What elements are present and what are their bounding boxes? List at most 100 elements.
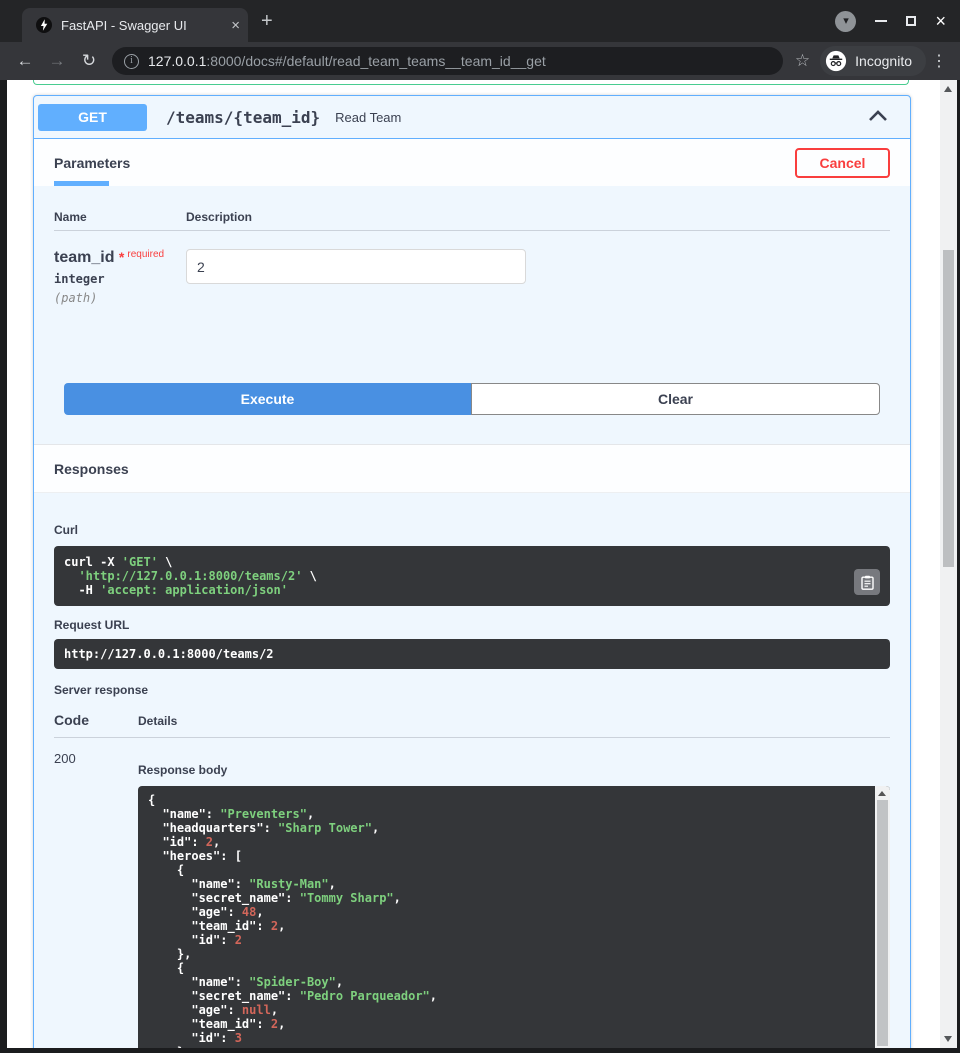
code-line: "age": 48, bbox=[148, 905, 865, 919]
page-scrollbar[interactable] bbox=[940, 80, 957, 1048]
incognito-label: Incognito bbox=[855, 53, 912, 69]
code-line: "headquarters": "Sharp Tower", bbox=[148, 821, 865, 835]
reload-button[interactable]: ↻ bbox=[74, 51, 104, 71]
responses-body: Curl curl -X 'GET' \ 'http://127.0.0.1:8… bbox=[34, 493, 910, 1048]
page-scroll-up-icon[interactable] bbox=[944, 86, 952, 92]
code-line: { bbox=[148, 793, 865, 807]
code-line: "id": 3 bbox=[148, 1031, 865, 1045]
parameter-value-cell bbox=[186, 249, 526, 305]
fastapi-favicon-icon bbox=[36, 17, 52, 33]
endpoint-summary: Read Team bbox=[335, 110, 401, 125]
code-line: "heroes": [ bbox=[148, 849, 865, 863]
column-description: Description bbox=[186, 210, 252, 224]
request-url-label: Request URL bbox=[54, 618, 890, 632]
code-line: "secret_name": "Pedro Parqueador", bbox=[148, 989, 865, 1003]
responses-section-header: Responses bbox=[34, 444, 910, 493]
column-name: Name bbox=[54, 210, 186, 224]
bookmark-star-icon[interactable]: ☆ bbox=[795, 51, 810, 71]
response-row: 200 Response body { "name": "Preventers"… bbox=[54, 751, 890, 1048]
response-body-label: Response body bbox=[138, 763, 227, 777]
incognito-badge: Incognito bbox=[820, 46, 926, 76]
browser-menu-icon[interactable]: ⋮ bbox=[928, 51, 950, 71]
code-line: 'http://127.0.0.1:8000/teams/2' \ bbox=[64, 569, 846, 583]
parameters-table-header: Name Description bbox=[54, 210, 890, 231]
method-badge: GET bbox=[38, 104, 147, 131]
curl-label: Curl bbox=[54, 523, 78, 537]
code-line: }, bbox=[148, 947, 865, 961]
curl-command-box: curl -X 'GET' \ 'http://127.0.0.1:8000/t… bbox=[54, 546, 890, 606]
code-line: "secret_name": "Tommy Sharp", bbox=[148, 891, 865, 905]
forward-button[interactable]: → bbox=[42, 51, 72, 71]
parameters-body: Name Description team_id *required integ… bbox=[34, 186, 910, 444]
code-line: "id": 2 bbox=[148, 933, 865, 947]
previous-opblock-bottom-edge bbox=[33, 80, 909, 85]
incognito-icon bbox=[825, 50, 847, 72]
code-line: "team_id": 2, bbox=[148, 919, 865, 933]
tab-title: FastAPI - Swagger UI bbox=[61, 18, 227, 33]
close-window-button[interactable]: × bbox=[935, 12, 946, 30]
execute-button[interactable]: Execute bbox=[64, 383, 471, 415]
new-tab-button[interactable]: + bbox=[261, 11, 273, 31]
browser-toolbar: ← → ↻ i 127.0.0.1:8000/docs#/default/rea… bbox=[0, 42, 960, 80]
page-info-icon[interactable]: i bbox=[124, 54, 139, 69]
swagger-page: GET /teams/{team_id} Read Team Parameter… bbox=[7, 80, 940, 1048]
opblock-header[interactable]: GET /teams/{team_id} Read Team bbox=[34, 96, 910, 139]
response-scrollbar-thumb[interactable] bbox=[877, 800, 888, 1046]
browser-window: FastAPI - Swagger UI × + ▾ × ← → ↻ i 127… bbox=[0, 0, 960, 1053]
minimize-button[interactable] bbox=[875, 20, 887, 22]
response-table-header: Code Details bbox=[54, 712, 890, 738]
column-details: Details bbox=[138, 714, 177, 728]
request-url-box: http://127.0.0.1:8000/teams/2 bbox=[54, 639, 890, 669]
responses-title: Responses bbox=[54, 461, 129, 477]
code-line: "name": "Rusty-Man", bbox=[148, 877, 865, 891]
url-host: 127.0.0.1 bbox=[148, 53, 206, 69]
back-button[interactable]: ← bbox=[10, 51, 40, 71]
parameter-row: team_id *required integer (path) bbox=[54, 249, 890, 305]
code-line: { bbox=[148, 961, 865, 975]
code-line: { bbox=[148, 863, 865, 877]
browser-tab[interactable]: FastAPI - Swagger UI × bbox=[22, 8, 248, 42]
endpoint-path: /teams/{team_id} bbox=[166, 108, 320, 127]
code-line: "name": "Preventers", bbox=[148, 807, 865, 821]
window-controls: ▾ × bbox=[835, 0, 960, 42]
response-details: Response body { "name": "Preventers", "h… bbox=[138, 751, 890, 1048]
url-path: :8000/docs#/default/read_team_teams__tea… bbox=[206, 53, 545, 69]
clear-button[interactable]: Clear bbox=[471, 383, 880, 415]
status-code: 200 bbox=[54, 751, 138, 1048]
required-label: required bbox=[127, 249, 164, 260]
curl-command: curl -X 'GET' \ 'http://127.0.0.1:8000/t… bbox=[64, 555, 846, 597]
url-text: 127.0.0.1:8000/docs#/default/read_team_t… bbox=[148, 53, 546, 69]
address-bar[interactable]: i 127.0.0.1:8000/docs#/default/read_team… bbox=[112, 47, 783, 75]
parameter-type: integer bbox=[54, 272, 186, 286]
tab-parameters[interactable]: Parameters bbox=[54, 155, 130, 171]
collapse-button[interactable] bbox=[864, 105, 892, 129]
parameters-tab-underline bbox=[54, 181, 109, 186]
page-scrollbar-thumb[interactable] bbox=[943, 250, 954, 567]
code-line: "name": "Spider-Boy", bbox=[148, 975, 865, 989]
cancel-button[interactable]: Cancel bbox=[795, 148, 890, 178]
parameters-section-header: Parameters Cancel bbox=[34, 139, 910, 186]
code-line: "age": null, bbox=[148, 1003, 865, 1017]
code-line: "id": 2, bbox=[148, 835, 865, 849]
chevron-up-icon bbox=[868, 109, 888, 122]
opblock-get-read-team: GET /teams/{team_id} Read Team Parameter… bbox=[33, 95, 911, 1048]
page-scroll-down-icon[interactable] bbox=[944, 1036, 952, 1042]
copy-to-clipboard-button[interactable] bbox=[854, 569, 880, 595]
maximize-button[interactable] bbox=[906, 16, 916, 26]
team-id-input[interactable] bbox=[186, 249, 526, 284]
response-body-scrollbar[interactable] bbox=[875, 786, 890, 1048]
response-body-json: { "name": "Preventers", "headquarters": … bbox=[148, 793, 865, 1048]
tab-close-icon[interactable]: × bbox=[231, 18, 240, 33]
parameter-location: (path) bbox=[54, 291, 186, 305]
code-line: }, bbox=[148, 1045, 865, 1048]
code-line: -H 'accept: application/json' bbox=[64, 583, 846, 597]
response-body-box: { "name": "Preventers", "headquarters": … bbox=[138, 786, 890, 1048]
code-line: curl -X 'GET' \ bbox=[64, 555, 846, 569]
server-response-label: Server response bbox=[54, 683, 890, 697]
required-star: * bbox=[119, 249, 124, 265]
parameter-name: team_id *required bbox=[54, 249, 186, 267]
tab-search-button[interactable]: ▾ bbox=[835, 11, 856, 32]
code-line: "team_id": 2, bbox=[148, 1017, 865, 1031]
execute-row: Execute Clear bbox=[64, 383, 880, 415]
scrollbar-up-icon[interactable] bbox=[878, 791, 886, 796]
